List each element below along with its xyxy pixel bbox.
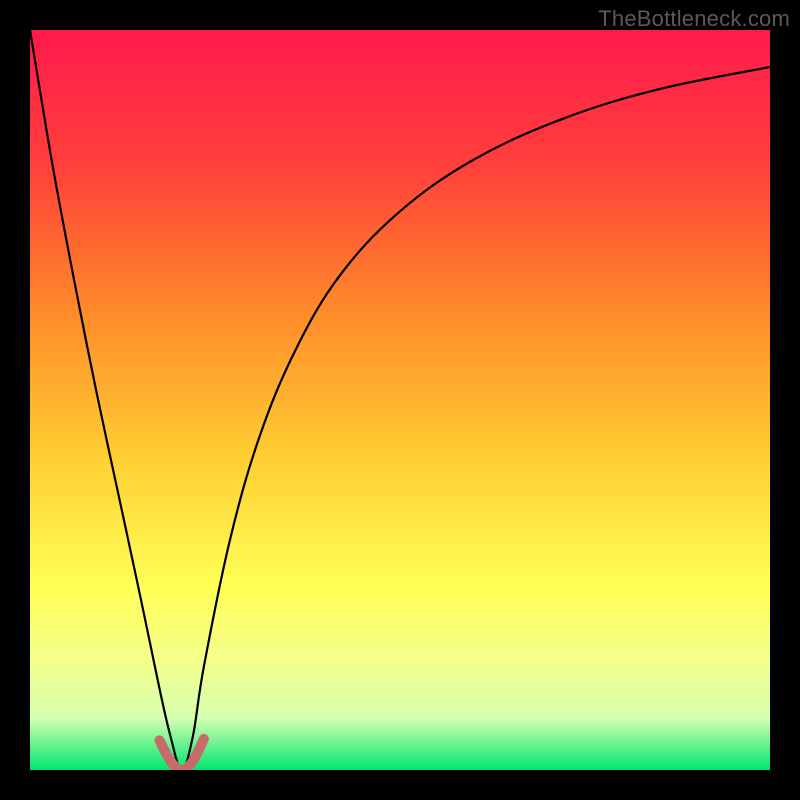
curve-path bbox=[30, 30, 770, 770]
chart-frame: TheBottleneck.com bbox=[0, 0, 800, 800]
plot-area bbox=[30, 30, 770, 770]
notch-marker bbox=[160, 739, 204, 770]
bottleneck-curve bbox=[30, 30, 770, 770]
watermark-text: TheBottleneck.com bbox=[598, 6, 790, 32]
